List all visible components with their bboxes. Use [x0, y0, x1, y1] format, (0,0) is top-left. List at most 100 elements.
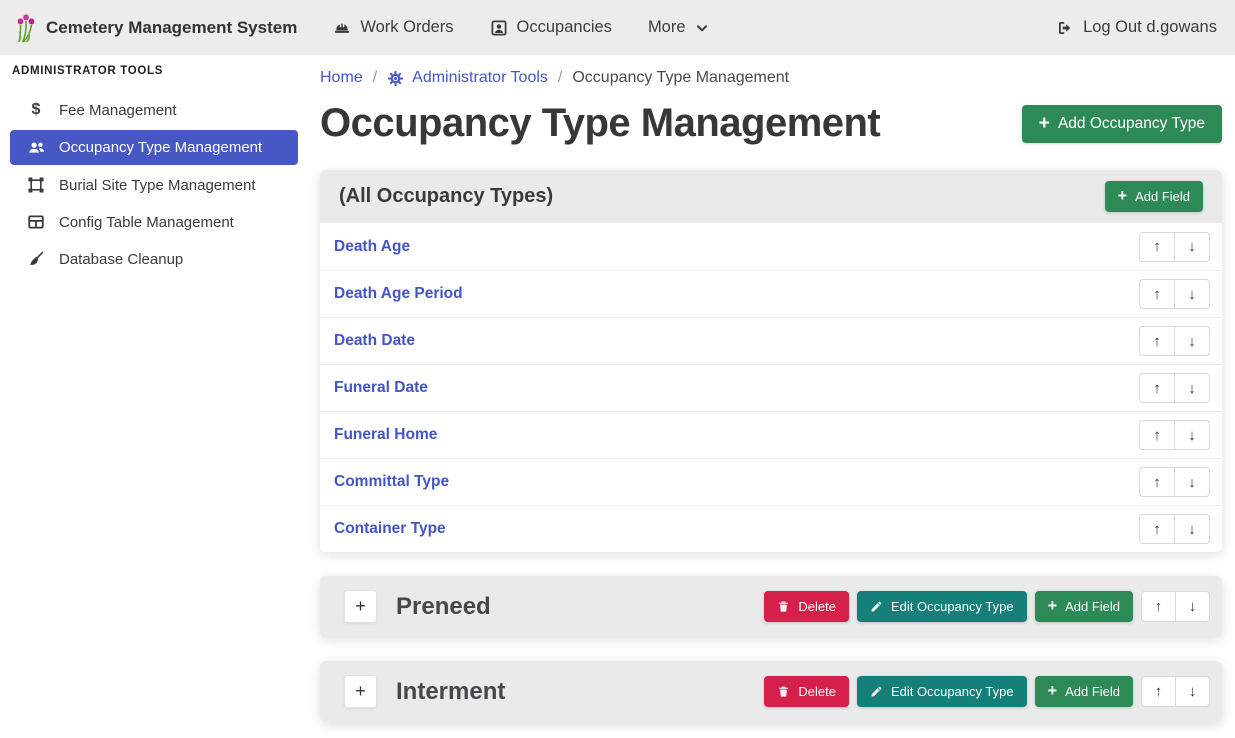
- reorder-controls: ↑ ↓: [1139, 279, 1210, 309]
- pencil-icon: [870, 685, 883, 698]
- move-down-button[interactable]: ↓: [1174, 420, 1210, 450]
- occupancy-type-section-interment: + Interment Delete Edit Occupancy Type: [320, 661, 1222, 722]
- delete-button[interactable]: Delete: [764, 676, 849, 707]
- breadcrumb-current: Occupancy Type Management: [572, 69, 789, 87]
- users-icon: [26, 138, 46, 157]
- sidebar-item-label: Burial Site Type Management: [59, 177, 256, 194]
- move-down-button[interactable]: ↓: [1174, 326, 1210, 356]
- breadcrumb-separator: /: [373, 69, 377, 87]
- logout-button[interactable]: Log Out d.gowans: [1056, 18, 1217, 37]
- move-down-button[interactable]: ↓: [1175, 591, 1210, 622]
- brand[interactable]: Cemetery Management System: [14, 13, 297, 43]
- button-label: Delete: [798, 684, 836, 699]
- move-up-button[interactable]: ↑: [1139, 514, 1175, 544]
- plus-icon: +: [1048, 600, 1058, 613]
- field-link[interactable]: Death Age Period: [334, 285, 463, 303]
- sidebar-item-label: Config Table Management: [59, 214, 234, 231]
- button-label: Add Field: [1135, 189, 1190, 204]
- breadcrumb-administrator-tools[interactable]: Administrator Tools: [387, 69, 548, 87]
- move-up-button[interactable]: ↑: [1139, 232, 1175, 262]
- reorder-controls: ↑ ↓: [1139, 514, 1210, 544]
- expand-button[interactable]: +: [344, 590, 377, 623]
- nav-item-label: More: [648, 18, 686, 37]
- trash-icon: [777, 685, 790, 698]
- field-row: Funeral Home ↑ ↓: [320, 411, 1222, 458]
- breadcrumb-label: Administrator Tools: [412, 69, 548, 87]
- nav-item-work-orders[interactable]: Work Orders: [333, 18, 453, 37]
- section-actions: Delete Edit Occupancy Type + Add Field ↑…: [764, 591, 1210, 622]
- trash-icon: [777, 600, 790, 613]
- plus-icon: +: [1118, 190, 1128, 203]
- add-field-button[interactable]: + Add Field: [1035, 676, 1133, 707]
- breadcrumb: Home / Administrator Tools / Occupancy T…: [320, 69, 1222, 87]
- field-link[interactable]: Container Type: [334, 520, 446, 538]
- move-up-button[interactable]: ↑: [1139, 420, 1175, 450]
- tulip-logo-icon: [14, 13, 36, 43]
- reorder-controls: ↑ ↓: [1139, 420, 1210, 450]
- nav-item-occupancies[interactable]: Occupancies: [490, 18, 612, 37]
- vector-square-icon: [26, 176, 46, 194]
- panel-title: (All Occupancy Types): [339, 185, 553, 208]
- plus-icon: +: [1039, 116, 1050, 132]
- reorder-controls: ↑ ↓: [1139, 232, 1210, 262]
- reorder-controls: ↑ ↓: [1141, 676, 1210, 707]
- nav-links: Work Orders Occupancies More: [333, 18, 708, 37]
- field-row: Death Age Period ↑ ↓: [320, 270, 1222, 317]
- add-field-button[interactable]: + Add Field: [1105, 181, 1203, 212]
- button-label: Add Field: [1065, 599, 1120, 614]
- move-down-button[interactable]: ↓: [1174, 373, 1210, 403]
- top-navbar: Cemetery Management System Work Orders O…: [0, 0, 1235, 55]
- move-up-button[interactable]: ↑: [1139, 326, 1175, 356]
- section-title: Interment: [396, 678, 505, 706]
- edit-occupancy-type-button[interactable]: Edit Occupancy Type: [857, 676, 1027, 707]
- sidebar-item-config-table-management[interactable]: Config Table Management: [10, 205, 298, 239]
- sidebar-item-database-cleanup[interactable]: Database Cleanup: [10, 242, 298, 276]
- field-link[interactable]: Funeral Home: [334, 426, 437, 444]
- sidebar: Administrator Tools $ Fee Management Occ…: [0, 55, 310, 738]
- sign-out-icon: [1056, 19, 1074, 37]
- button-label: Delete: [798, 599, 836, 614]
- nav-item-more[interactable]: More: [648, 18, 709, 37]
- field-link[interactable]: Committal Type: [334, 473, 449, 491]
- reorder-controls: ↑ ↓: [1139, 326, 1210, 356]
- sidebar-item-burial-site-type-management[interactable]: Burial Site Type Management: [10, 168, 298, 202]
- field-link[interactable]: Death Date: [334, 332, 415, 350]
- move-down-button[interactable]: ↓: [1174, 279, 1210, 309]
- sidebar-item-label: Occupancy Type Management: [59, 139, 262, 156]
- expand-button[interactable]: +: [344, 675, 377, 708]
- move-up-button[interactable]: ↑: [1139, 279, 1175, 309]
- occupancy-icon: [490, 19, 508, 37]
- move-down-button[interactable]: ↓: [1174, 467, 1210, 497]
- reorder-controls: ↑ ↓: [1139, 467, 1210, 497]
- move-up-button[interactable]: ↑: [1141, 591, 1176, 622]
- move-down-button[interactable]: ↓: [1174, 514, 1210, 544]
- breadcrumb-home[interactable]: Home: [320, 69, 363, 87]
- move-up-button[interactable]: ↑: [1139, 373, 1175, 403]
- all-occupancy-types-panel: (All Occupancy Types) + Add Field Death …: [320, 170, 1222, 552]
- move-up-button[interactable]: ↑: [1139, 467, 1175, 497]
- pencil-icon: [870, 600, 883, 613]
- move-down-button[interactable]: ↓: [1174, 232, 1210, 262]
- field-link[interactable]: Death Age: [334, 238, 410, 256]
- breadcrumb-separator: /: [558, 69, 562, 87]
- add-occupancy-type-button[interactable]: + Add Occupancy Type: [1022, 105, 1222, 143]
- field-link[interactable]: Funeral Date: [334, 379, 428, 397]
- reorder-controls: ↑ ↓: [1139, 373, 1210, 403]
- move-down-button[interactable]: ↓: [1175, 676, 1210, 707]
- sidebar-item-fee-management[interactable]: $ Fee Management: [10, 93, 298, 127]
- nav-item-label: Occupancies: [517, 18, 612, 37]
- sidebar-item-label: Database Cleanup: [59, 251, 183, 268]
- table-icon: [26, 213, 46, 231]
- sidebar-heading: Administrator Tools: [0, 65, 310, 77]
- edit-occupancy-type-button[interactable]: Edit Occupancy Type: [857, 591, 1027, 622]
- delete-button[interactable]: Delete: [764, 591, 849, 622]
- brand-title: Cemetery Management System: [46, 18, 297, 38]
- page-title: Occupancy Type Management: [320, 101, 880, 146]
- move-up-button[interactable]: ↑: [1141, 676, 1176, 707]
- add-field-button[interactable]: + Add Field: [1035, 591, 1133, 622]
- field-row: Death Date ↑ ↓: [320, 317, 1222, 364]
- field-row: Container Type ↑ ↓: [320, 505, 1222, 552]
- logout-label: Log Out d.gowans: [1083, 18, 1217, 37]
- sidebar-item-occupancy-type-management[interactable]: Occupancy Type Management: [10, 130, 298, 165]
- section-title: Preneed: [396, 593, 491, 621]
